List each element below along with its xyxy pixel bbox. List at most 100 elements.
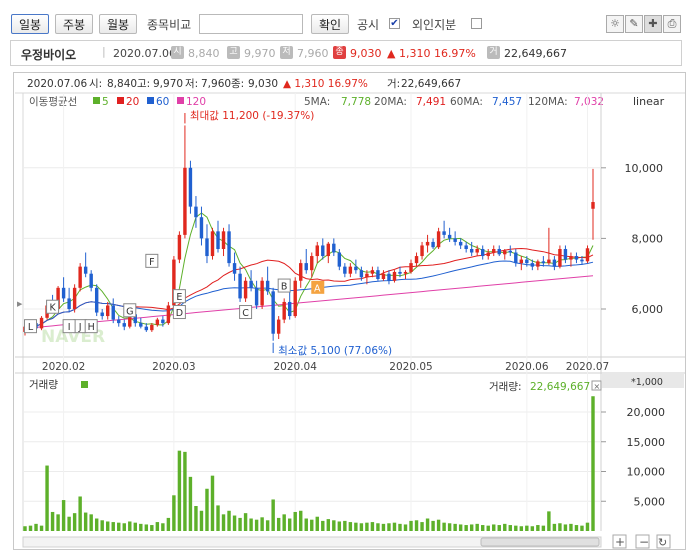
pattern-label: B xyxy=(281,282,288,293)
volume-bar xyxy=(199,510,204,531)
volume-bar xyxy=(227,510,231,531)
volume-bar xyxy=(232,515,237,531)
ma5-label: 5MA: xyxy=(304,96,330,108)
candle-body xyxy=(177,234,182,260)
volume-bar xyxy=(260,517,264,531)
ma-legend: 이동평균선 5 20 60 120 xyxy=(29,96,206,108)
volume-bar xyxy=(547,511,551,531)
volume-bar xyxy=(67,516,71,531)
candle-body xyxy=(299,263,303,281)
candle-body xyxy=(469,248,474,253)
candle-body xyxy=(67,298,71,309)
candle-body xyxy=(585,248,590,262)
header-low: 7,960 xyxy=(201,78,231,90)
volume-bar xyxy=(83,512,88,531)
open-badge: 시 xyxy=(171,46,184,59)
print-icon[interactable]: ⎙ xyxy=(663,15,681,33)
candle-body xyxy=(591,202,595,209)
candle-body xyxy=(464,245,468,249)
volume-bar xyxy=(282,514,286,531)
price-tick-label: 10,000 xyxy=(625,162,664,175)
volume-bar xyxy=(332,520,336,531)
left-arrow-icon[interactable]: ▶ xyxy=(17,300,23,308)
volume-bar xyxy=(508,525,512,531)
volume-bar xyxy=(249,518,253,531)
info-date: 2020.07.06 xyxy=(113,47,176,60)
volume-bar xyxy=(370,522,375,531)
tab-weekly[interactable]: 주봉 xyxy=(55,14,93,34)
scale-label[interactable]: linear xyxy=(633,95,665,108)
volume-bar xyxy=(354,522,358,531)
candle-body xyxy=(486,252,490,257)
volume-bar xyxy=(254,519,259,531)
candle-body xyxy=(530,263,535,267)
volume-bar xyxy=(111,522,115,531)
volume-swatch xyxy=(81,381,88,388)
volume-bar xyxy=(480,525,485,531)
candle-body xyxy=(387,273,391,281)
header-volume: 22,649,667 xyxy=(401,78,461,90)
foreign-checkbox[interactable] xyxy=(471,18,482,29)
candle-body xyxy=(580,259,584,262)
volume-bar xyxy=(194,506,198,531)
volume-tick-label: 5,000 xyxy=(634,495,666,508)
candle-body xyxy=(321,245,325,257)
candle-body xyxy=(414,256,419,264)
volume-bar xyxy=(486,525,490,531)
volume-bar xyxy=(552,523,557,531)
candle-body xyxy=(398,271,402,274)
volume-bar xyxy=(436,519,441,531)
volume-bar xyxy=(106,521,110,531)
ma60-legend: 60 xyxy=(156,96,169,108)
volume-bar xyxy=(34,523,38,531)
volume-bar xyxy=(376,523,380,531)
volume-bar xyxy=(100,520,104,531)
candle-body xyxy=(83,266,88,274)
stock-chart[interactable]: 2020.07.06 시: 8,840 고: 9,970 저: 7,960 종:… xyxy=(14,73,685,549)
volume-bar xyxy=(315,516,319,531)
volume-bar xyxy=(497,525,501,531)
volume-bar xyxy=(359,523,364,531)
candle-body xyxy=(287,301,292,317)
close-badge: 종 xyxy=(333,46,346,59)
candle-body xyxy=(315,245,319,257)
ma120-legend: 120 xyxy=(186,96,206,108)
candle-body xyxy=(525,259,529,264)
x-axis-label: 2020.03 xyxy=(152,361,195,373)
confirm-button[interactable]: 확인 xyxy=(311,14,349,34)
ma20-value: 7,491 xyxy=(416,96,446,108)
candle-body xyxy=(188,167,193,207)
bulb-icon[interactable]: ☼ xyxy=(606,15,624,33)
candle-body xyxy=(332,243,336,253)
volume-bar xyxy=(183,451,187,531)
volume-bar xyxy=(166,517,171,531)
volume-bar xyxy=(216,505,220,531)
volume-bar xyxy=(117,522,121,531)
moving-average-lines xyxy=(24,212,594,329)
tab-monthly[interactable]: 월봉 xyxy=(99,14,137,34)
volume-bar xyxy=(133,522,138,531)
volume-bar xyxy=(56,514,60,531)
volume-bar xyxy=(94,518,99,531)
candle-body xyxy=(376,270,380,279)
tab-daily[interactable]: 일봉 xyxy=(11,14,49,34)
disclosure-checkbox[interactable]: ✔ xyxy=(389,18,400,29)
volume-bar xyxy=(585,522,590,531)
compare-input[interactable] xyxy=(199,14,303,34)
volume-bar xyxy=(343,520,347,531)
pencil-icon[interactable]: ✎ xyxy=(625,15,643,33)
volume-bar xyxy=(541,525,546,531)
volume-bar xyxy=(150,525,154,531)
candle-body xyxy=(78,266,82,288)
pattern-label: A xyxy=(314,283,321,294)
candle-body xyxy=(155,319,160,325)
candle-body xyxy=(552,259,557,267)
volume-bar xyxy=(50,511,55,531)
candle-body xyxy=(89,273,93,288)
crosshair-icon[interactable]: ✚ xyxy=(644,15,662,33)
candle-body xyxy=(436,231,441,248)
candle-body xyxy=(227,231,231,264)
scrollbar-thumb[interactable] xyxy=(480,537,600,547)
candle-body xyxy=(569,256,573,260)
candle-body xyxy=(541,261,546,264)
